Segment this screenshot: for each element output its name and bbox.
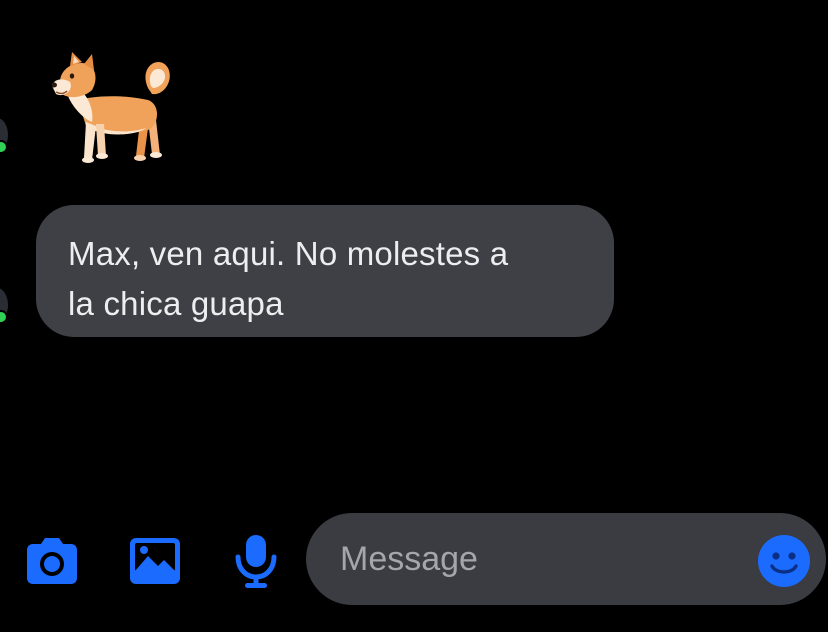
emoji-button[interactable]: [756, 533, 812, 589]
contact-avatar[interactable]: [0, 288, 8, 324]
emoji-icon: [758, 535, 810, 587]
message-input-field[interactable]: [306, 513, 826, 605]
message-composer: [0, 505, 828, 632]
contact-avatar[interactable]: [0, 118, 8, 154]
message-text-line: Max, ven aqui. No molestes a: [68, 235, 509, 272]
message-input[interactable]: [338, 538, 722, 580]
microphone-button[interactable]: [226, 533, 286, 589]
conversation-area: Max, ven aqui. No molestes a la chica gu…: [0, 0, 828, 505]
online-status-dot: [0, 140, 8, 154]
camera-button[interactable]: [22, 533, 82, 589]
shiba-dog-sticker[interactable]: [51, 52, 172, 170]
received-message-bubble[interactable]: Max, ven aqui. No molestes a la chica gu…: [36, 205, 614, 337]
camera-icon: [27, 538, 77, 584]
online-status-dot: [0, 310, 8, 324]
message-text-line: la chica guapa: [68, 285, 284, 322]
image-icon: [130, 538, 180, 584]
gallery-button[interactable]: [125, 533, 185, 589]
microphone-icon: [235, 535, 277, 588]
